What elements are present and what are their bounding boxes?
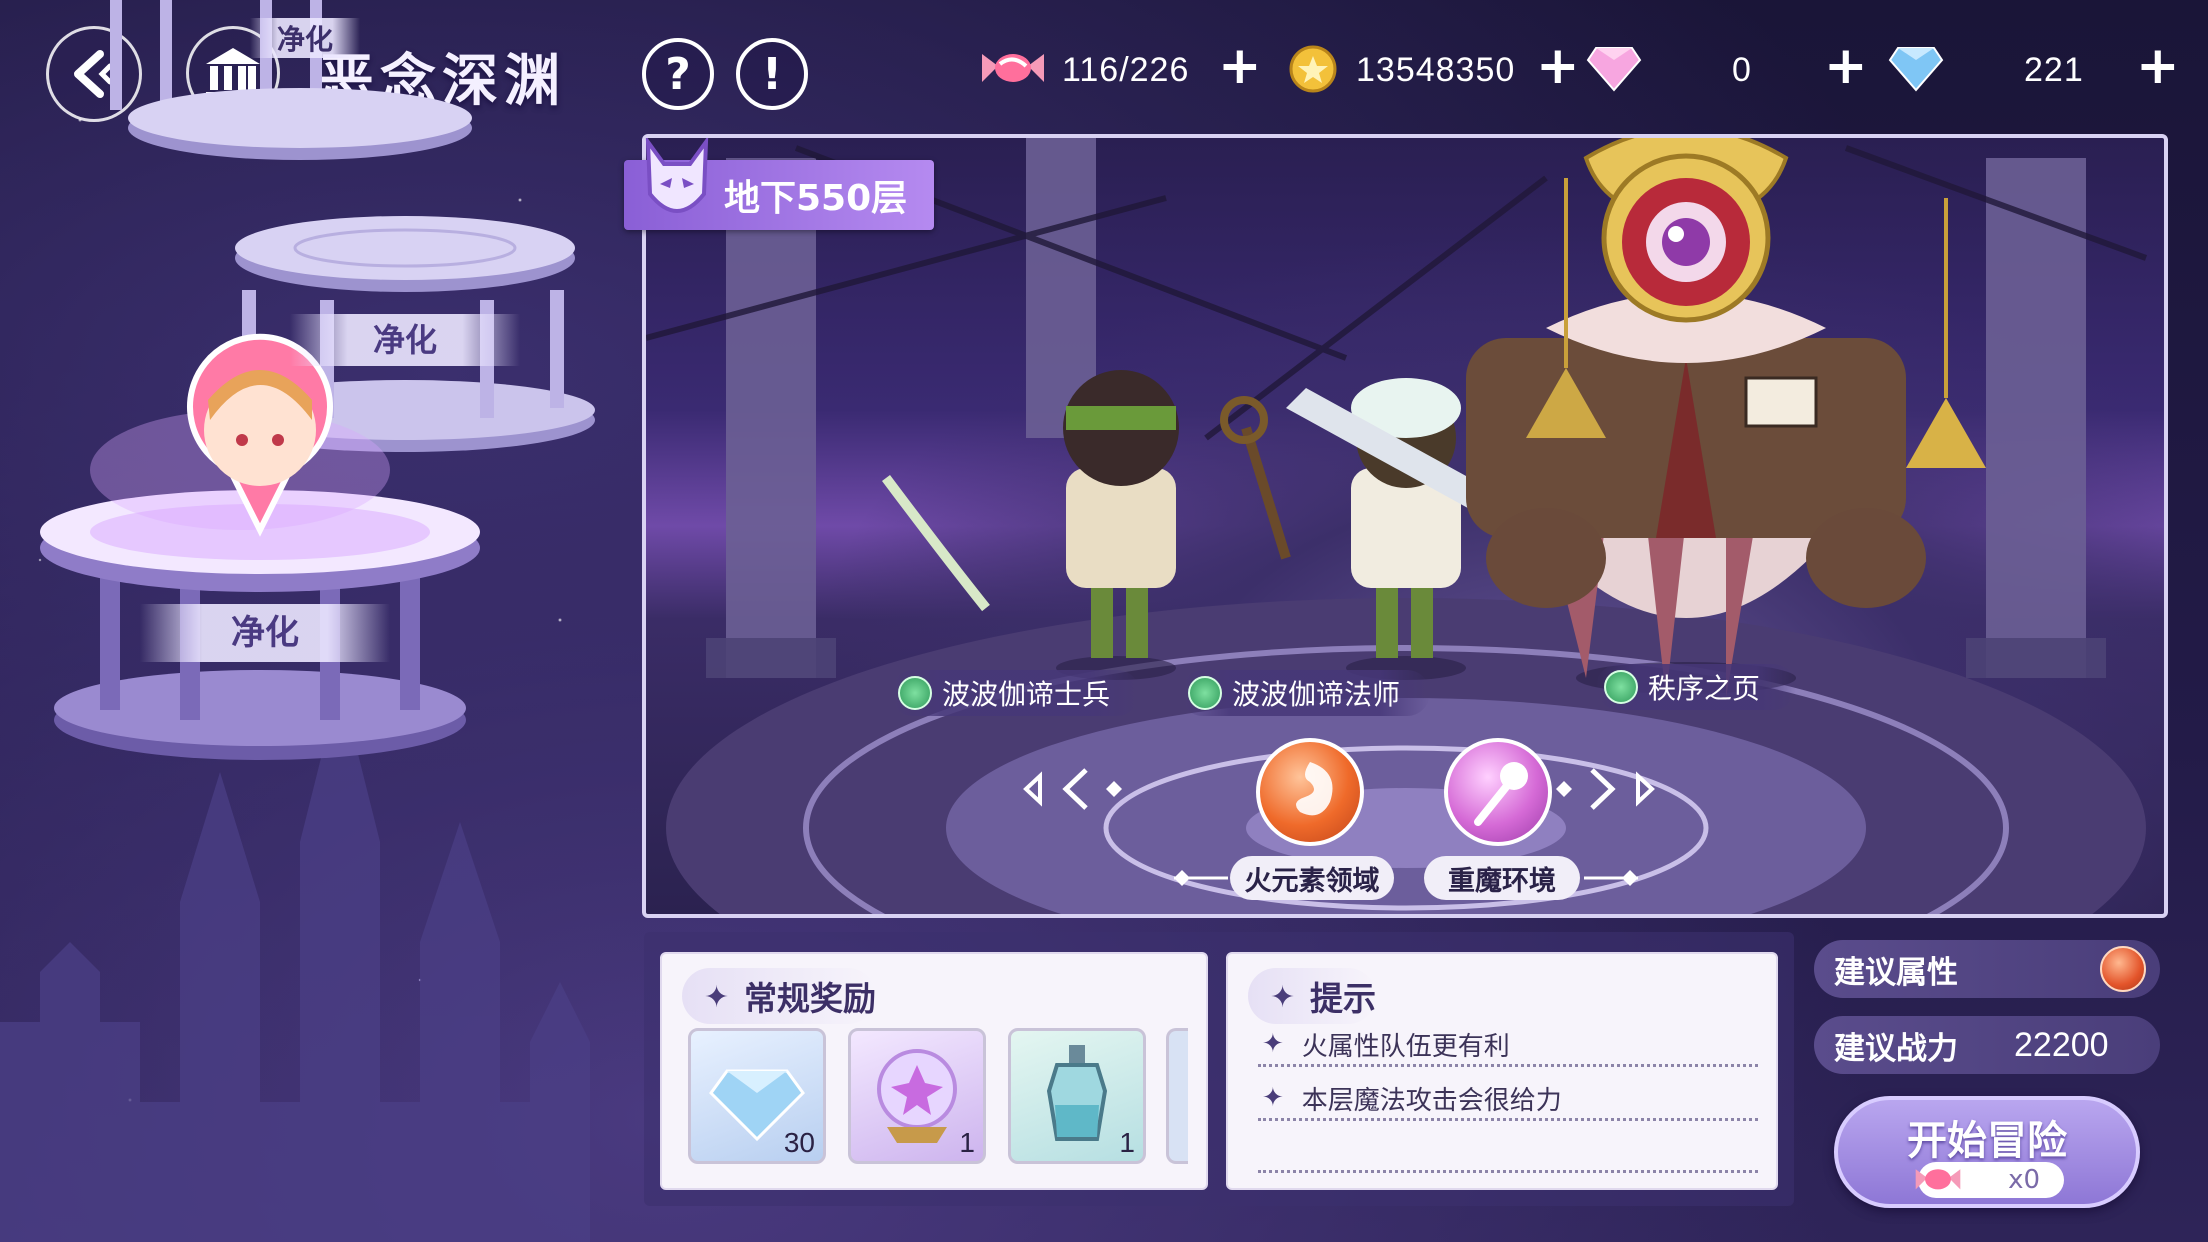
recommended-power-value: 22200 xyxy=(2014,1025,2109,1064)
rewards-title: 常规奖励 xyxy=(744,979,876,1018)
enemy-name-boss: 秩序之页 xyxy=(1648,672,1761,705)
reward-item-potion[interactable]: 1 xyxy=(1008,1028,1146,1164)
tip-divider xyxy=(1258,1170,1758,1173)
recommended-attribute: 建议属性 xyxy=(1814,940,2160,998)
tower-label-middle[interactable]: 净化 xyxy=(290,314,520,366)
enemy-name-mage: 波波伽谛法师 xyxy=(1232,678,1401,711)
enemy-label-soldier[interactable]: 波波伽谛士兵 xyxy=(890,670,1140,716)
tip-text-1: 火属性队伍更有利 xyxy=(1301,1031,1510,1062)
rewards-header: ✦ 常规奖励 xyxy=(682,968,876,1024)
tips-card: ✦ 提示 xyxy=(1226,952,1778,1190)
sparkle-icon: ✦ xyxy=(1270,980,1296,1015)
battle-preview-panel: 波波伽谛士兵 波波伽谛法师 秩序之页 火元素领域 重魔环境 xyxy=(642,134,2168,918)
tip-line-1: ✦ 火属性队伍更有利 xyxy=(1262,1024,1510,1064)
fire-swirl-icon xyxy=(1296,762,1333,816)
reward-item-diamond[interactable]: 30 xyxy=(688,1028,826,1164)
tip-line-2: ✦ 本层魔法攻击会很给力 xyxy=(1262,1078,1562,1118)
pink-gem-value: 0 xyxy=(1732,50,1752,89)
start-cost-value: x0 xyxy=(2008,1165,2040,1195)
reward-item-partial[interactable] xyxy=(1166,1028,1188,1164)
enemy-label-mage[interactable]: 波波伽谛法师 xyxy=(1180,670,1430,716)
tip-divider xyxy=(1258,1064,1758,1067)
fire-element-icon xyxy=(2100,946,2146,992)
tower-label-current[interactable]: 净化 xyxy=(140,604,390,662)
gold-value: 13548350 xyxy=(1356,50,1516,89)
recommended-power: 建议战力 22200 xyxy=(1814,1016,2160,1074)
help-button[interactable]: ? xyxy=(642,38,714,110)
enemy-name-soldier: 波波伽谛士兵 xyxy=(942,678,1111,711)
start-adventure-button[interactable]: 开始冒险 x0 xyxy=(1834,1096,2140,1208)
blue-gem-value: 221 xyxy=(2024,50,2084,89)
recommended-attribute-label: 建议属性 xyxy=(1834,954,1958,991)
orb-right-ornament xyxy=(1556,768,1655,810)
add-blue-gem-button[interactable]: + xyxy=(2136,36,2180,96)
wind-element-icon xyxy=(898,676,932,710)
floor-badge: 地下550层 xyxy=(624,138,934,230)
wind-element-icon xyxy=(1188,676,1222,710)
reward-item-orb[interactable]: 1 xyxy=(848,1028,986,1164)
pink-gem-resource: 0 + xyxy=(1586,36,1868,98)
gold-coin-icon xyxy=(1289,45,1337,93)
start-cost: x0 xyxy=(1915,1162,2064,1198)
candy-icon xyxy=(982,54,1044,82)
demon-mask-icon xyxy=(645,138,709,213)
tips-header: ✦ 提示 xyxy=(1248,968,1376,1024)
blue-diamond-icon xyxy=(1888,47,1944,92)
floor-label: 地下550层 xyxy=(724,178,908,219)
reward-count-orb: 1 xyxy=(959,1127,975,1158)
tower-label-top: 净化 xyxy=(250,18,360,58)
battle-scene-art xyxy=(646,138,2148,914)
recommended-power-label: 建议战力 xyxy=(1834,1030,1958,1067)
info-button[interactable]: ! xyxy=(736,38,808,110)
tip-text-2: 本层魔法攻击会很给力 xyxy=(1301,1085,1562,1116)
pink-diamond-icon xyxy=(1586,47,1642,92)
stamina-resource: 116/226 + xyxy=(980,36,1262,98)
info-icon: ! xyxy=(761,48,783,100)
gold-resource: 13548350 + xyxy=(1288,36,1580,98)
sparkle-icon: ✦ xyxy=(1262,1029,1284,1059)
enemy-label-boss[interactable]: 秩序之页 xyxy=(1596,664,1796,710)
heavy-magic-orb[interactable] xyxy=(1444,738,1552,846)
reward-count-diamond: 30 xyxy=(783,1127,815,1158)
help-icon: ? xyxy=(665,48,691,100)
fire-domain-orb[interactable] xyxy=(1256,738,1364,846)
blue-gem-resource: 221 + xyxy=(1888,36,2180,98)
candy-icon xyxy=(1915,1169,1961,1190)
tip-divider xyxy=(1258,1118,1758,1121)
add-pink-gem-button[interactable]: + xyxy=(1824,36,1868,96)
sparkle-icon: ✦ xyxy=(704,980,730,1015)
stamina-value: 116/226 xyxy=(1062,50,1190,89)
add-gold-button[interactable]: + xyxy=(1536,36,1580,96)
add-stamina-button[interactable]: + xyxy=(1218,36,1262,96)
reward-count-potion: 1 xyxy=(1119,1127,1135,1158)
wind-element-icon xyxy=(1604,670,1638,704)
tower-floors xyxy=(40,0,595,760)
tips-title: 提示 xyxy=(1310,979,1376,1018)
orb-left-ornament xyxy=(1023,768,1122,810)
env-label-ornament xyxy=(1174,870,1638,886)
magic-wand-icon xyxy=(1474,762,1528,826)
sparkle-icon: ✦ xyxy=(1262,1083,1284,1113)
start-adventure-label: 开始冒险 xyxy=(1907,1117,2067,1164)
